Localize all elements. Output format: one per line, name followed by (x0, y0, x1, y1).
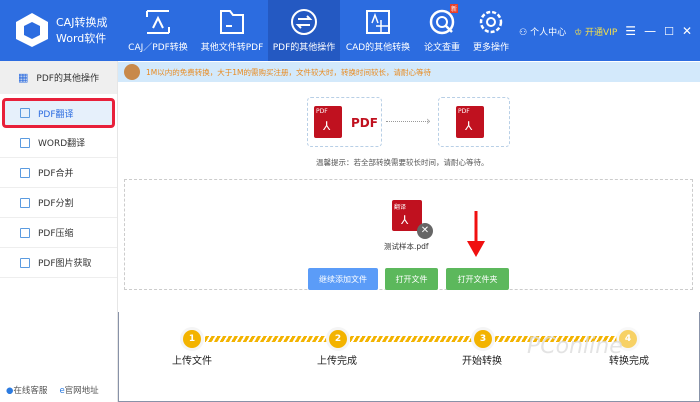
sidebar-item-pdf-image-extract[interactable]: PDF图片获取 (0, 248, 117, 278)
new-badge: 新 (449, 4, 458, 13)
remove-file-icon[interactable]: ✕ (417, 223, 433, 239)
compress-icon (20, 227, 30, 238)
sidebar: ▦ PDF的其他操作 PDF翻译 WORD翻译 PDF合并 PDF分割 PDF压缩… (0, 61, 118, 402)
step-number: 2 (329, 330, 347, 348)
caj-pdf-convert-icon (146, 10, 170, 34)
nav-caj-pdf[interactable]: CAJ／PDF转换 (120, 0, 196, 61)
sidebar-item-pdf-merge[interactable]: PDF合并 (0, 158, 117, 188)
header: CAJ转换成 Word软件 CAJ／PDF转换 其他文件转PDF PDF的其他操作… (0, 0, 700, 61)
vip-link[interactable]: ♔ 开通VIP (574, 25, 617, 38)
step-label: 开始转换 (462, 356, 502, 367)
merge-icon (20, 167, 30, 178)
nav-pdf-other[interactable]: PDF的其他操作 (268, 0, 340, 61)
step-connector (350, 336, 472, 342)
pdf-file-icon: PDF ⅄ (314, 106, 342, 138)
nav-cad[interactable]: CAD的其他转换 (340, 0, 416, 61)
translate-icon (20, 108, 30, 118)
sidebar-item-pdf-compress[interactable]: PDF压缩 (0, 218, 117, 248)
open-file-button[interactable]: 打开文件 (385, 268, 438, 290)
cad-icon (366, 10, 390, 34)
add-more-files-button[interactable]: 继续添加文件 (308, 268, 378, 290)
sidebar-head: ▦ PDF的其他操作 (0, 61, 117, 94)
mascot-icon (124, 64, 140, 80)
chevron-right-icon: › (426, 114, 431, 128)
split-icon (20, 197, 30, 208)
nav-plagiarism-check[interactable]: 新论文查重 (416, 0, 468, 61)
progress-steps: 1 2 3 4 上传文件 上传完成 开始转换 转换完成 PConline (118, 312, 700, 402)
folder-icon (220, 10, 244, 34)
sidebar-item-pdf-translate[interactable]: PDF翻译 (2, 98, 115, 128)
step-label: 上传完成 (317, 356, 357, 367)
close-icon[interactable]: ✕ (682, 24, 692, 38)
watermark: PConline (527, 334, 623, 359)
step-connector (205, 336, 327, 342)
translate-icon (20, 137, 30, 148)
maximize-icon[interactable]: ☐ (664, 25, 674, 38)
gear-icon (479, 10, 503, 34)
hint-text: 温馨提示：若全部转换需要较长时间，请耐心等待。 (316, 158, 489, 167)
source-format-label: PDF (351, 116, 378, 130)
swap-arrows-icon (291, 9, 317, 35)
file-name: 测试样本.pdf (384, 242, 429, 251)
menu-icon[interactable]: ☰ (625, 24, 636, 38)
arrow-line (386, 121, 430, 122)
target-format-box: PDF ⅄ (438, 97, 510, 147)
user-center-link[interactable]: ⚇ 个人中心 (519, 25, 566, 38)
website-link[interactable]: e官网地址 (59, 384, 98, 396)
red-arrow-icon (467, 211, 485, 257)
sidebar-item-word-translate[interactable]: WORD翻译 (0, 128, 117, 158)
minimize-icon[interactable]: — (644, 24, 656, 38)
app-logo-icon (16, 13, 48, 47)
nav-other-to-pdf[interactable]: 其他文件转PDF (196, 0, 268, 61)
nav-more[interactable]: 更多操作 (468, 0, 514, 61)
source-format-box: PDF ⅄ PDF (307, 97, 382, 147)
step-number: 3 (474, 330, 492, 348)
sidebar-item-pdf-split[interactable]: PDF分割 (0, 188, 117, 218)
grid-icon: ▦ (18, 71, 29, 84)
app-title: CAJ转换成 Word软件 (56, 16, 108, 45)
step-number: 1 (183, 330, 201, 348)
notice-banner: 1M以内的免费转换，大于1M的需购买注册，文件较大时，转换时间较长，请耐心等待 (118, 62, 700, 82)
online-support-link[interactable]: ●在线客服 (6, 384, 47, 396)
image-icon (20, 257, 30, 268)
pdf-file-icon: PDF ⅄ (456, 106, 484, 138)
open-folder-button[interactable]: 打开文件夹 (446, 268, 509, 290)
step-label: 上传文件 (172, 356, 212, 367)
